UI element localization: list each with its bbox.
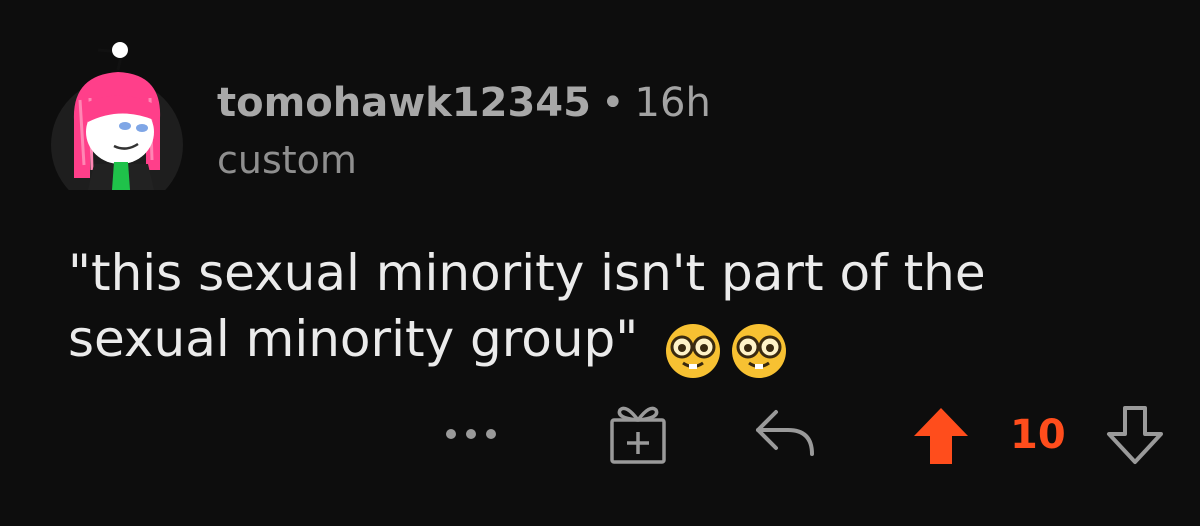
vote-score: 10 <box>1010 412 1066 458</box>
downvote-arrow-icon <box>1107 406 1163 464</box>
comment-body-line: "this sexual minority isn't part of the <box>68 244 986 302</box>
timestamp: 16h <box>634 80 711 126</box>
nerd-face-emoji-icon <box>732 323 787 378</box>
avatar[interactable] <box>50 40 185 211</box>
user-flair: custom <box>217 138 357 182</box>
comment-action-bar: 10 <box>0 400 1200 470</box>
gift-award-icon <box>610 406 666 464</box>
comment: tomohawk12345 • 16h custom "this sexual mi… <box>0 0 1200 526</box>
snoo-avatar-icon <box>51 42 183 211</box>
comment-body-line-2: sexual minority group" <box>68 306 1148 380</box>
ellipsis-icon <box>446 429 496 439</box>
comment-body-line: sexual minority group" <box>68 310 639 368</box>
upvote-arrow-icon <box>914 408 968 464</box>
reply-button[interactable] <box>750 404 818 462</box>
comment-body: "this sexual minority isn't part of the … <box>68 240 1148 380</box>
reply-arrow-icon <box>756 410 814 456</box>
comment-meta: tomohawk12345 • 16h <box>217 80 711 126</box>
award-button[interactable] <box>606 400 670 466</box>
nerd-face-emoji-icon <box>666 323 721 378</box>
username-link[interactable]: tomohawk12345 <box>217 80 591 126</box>
emoji-group <box>664 314 788 380</box>
upvote-button[interactable] <box>910 404 972 466</box>
downvote-button[interactable] <box>1104 402 1166 466</box>
meta-separator: • <box>600 80 625 126</box>
more-options-button[interactable] <box>442 422 500 446</box>
